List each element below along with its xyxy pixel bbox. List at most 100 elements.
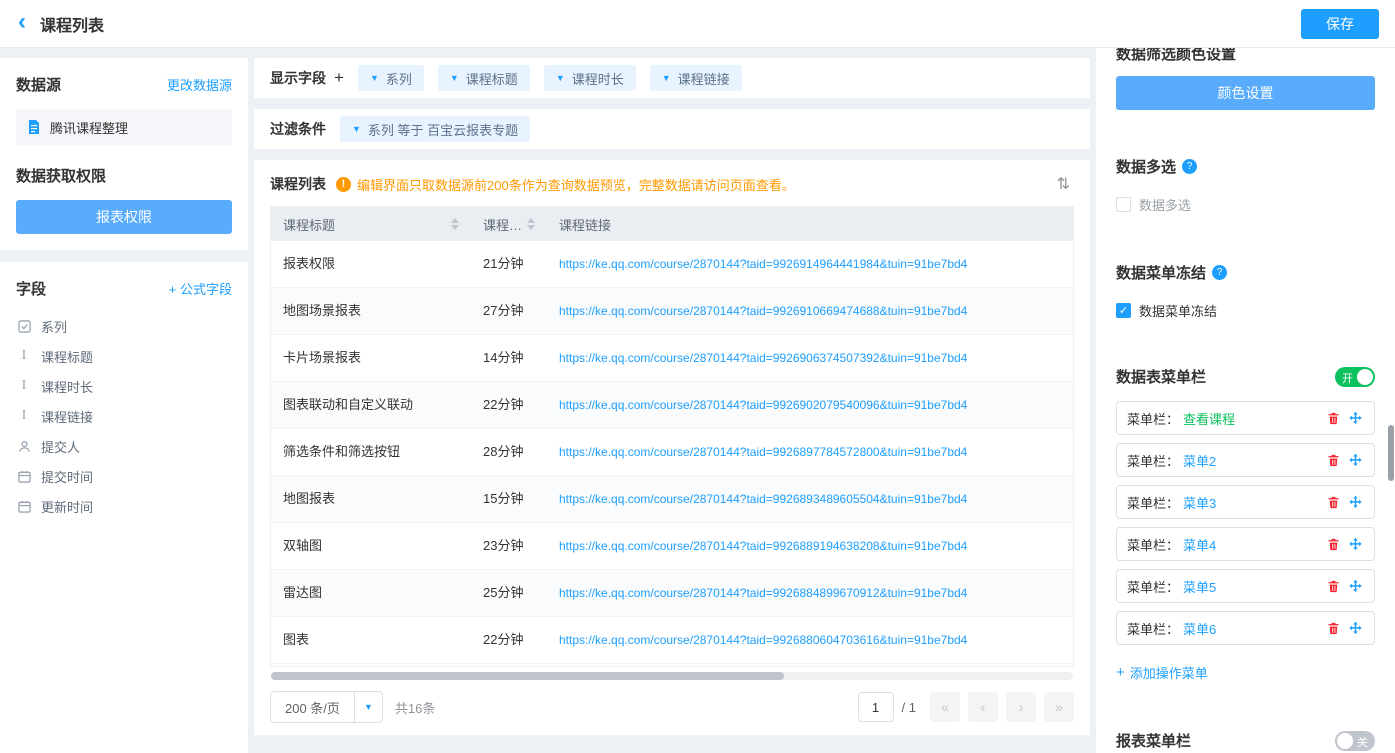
color-settings-button[interactable]: 颜色设置 (1116, 76, 1375, 110)
move-menu-icon[interactable] (1346, 409, 1364, 427)
warning-text: 编辑界面只取数据源前200条作为查询数据预览，完整数据请访问页面查看。 (357, 175, 795, 194)
move-menu-icon[interactable] (1346, 619, 1364, 637)
checkbox-field-icon (16, 318, 32, 334)
sort-arrows-icon[interactable] (527, 218, 535, 230)
horizontal-scrollbar[interactable] (271, 672, 1073, 680)
page-size-select[interactable]: 200 条/页 ▼ (270, 691, 383, 723)
course-link[interactable]: https://ke.qq.com/course/2870144?taid=99… (547, 523, 1073, 569)
delete-menu-icon[interactable] (1324, 409, 1342, 427)
field-item-course-link[interactable]: I 课程链接 (16, 401, 232, 431)
report-permission-button[interactable]: 报表权限 (16, 200, 232, 234)
multi-select-checkbox-row[interactable]: 数据多选 (1116, 195, 1375, 214)
window-scrollbar-thumb[interactable] (1388, 425, 1394, 481)
course-link[interactable]: https://ke.qq.com/course/2870144?taid=99… (547, 288, 1073, 334)
menu-item-value[interactable]: 菜单5 (1183, 577, 1320, 596)
course-link[interactable]: https://ke.qq.com/course/2870144?taid=99… (547, 241, 1073, 287)
field-item-submit-time[interactable]: 提交时间 (16, 461, 232, 491)
menu-bar-item: 菜单栏： 菜单3 (1116, 485, 1375, 519)
datasource-item[interactable]: 腾讯课程整理 (16, 109, 232, 145)
course-link[interactable]: https://ke.qq.com/course/2870144?taid=99… (547, 382, 1073, 428)
course-link[interactable]: https://ke.qq.com/course/2870144?taid=99… (547, 335, 1073, 381)
menu-freeze-checkbox-row[interactable]: ✓ 数据菜单冻结 (1116, 301, 1375, 320)
permission-title: 数据获取权限 (16, 165, 232, 186)
multi-select-checkbox[interactable] (1116, 197, 1131, 212)
menu-bar-item: 菜单栏： 菜单6 (1116, 611, 1375, 645)
course-link[interactable]: https://ke.qq.com/course/2870144?taid=99… (547, 429, 1073, 475)
display-field-chip-course-link[interactable]: ▼ 课程链接 (650, 65, 742, 91)
chevron-down-icon: ▼ (352, 125, 361, 134)
table-footer: 200 条/页 ▼ 共16条 / 1 « ‹ › » (270, 691, 1074, 723)
sort-order-icon[interactable]: ⇅ (1053, 174, 1074, 194)
filter-chip[interactable]: ▼ 系列 等于 百宝云报表专题 (340, 116, 530, 142)
table-row: 地图场景报表 27分钟 https://ke.qq.com/course/287… (271, 288, 1073, 335)
last-page-button[interactable]: » (1044, 692, 1074, 722)
field-item-course-duration[interactable]: I 课程时长 (16, 371, 232, 401)
menu-item-value[interactable]: 菜单6 (1183, 619, 1320, 638)
content-area: 数据源 更改数据源 腾讯课程整理 数据获取权限 报表权限 字段 + 公式字段 (0, 48, 1395, 753)
settings-sidebar: 数据筛选颜色设置 颜色设置 数据多选 ? 数据多选 数据菜单冻结 ? ✓ 数据菜… (1096, 48, 1395, 753)
horizontal-scrollbar-thumb[interactable] (271, 672, 784, 680)
delete-menu-icon[interactable] (1324, 577, 1342, 595)
back-icon[interactable]: ‹ (18, 10, 26, 34)
delete-menu-icon[interactable] (1324, 493, 1342, 511)
fields-title: 字段 (16, 278, 46, 299)
column-header-course-title[interactable]: 课程标题 (271, 207, 471, 241)
course-duration-cell: 27分钟 (471, 288, 547, 334)
menu-bar-item: 菜单栏： 查看课程 (1116, 401, 1375, 435)
prev-page-button[interactable]: ‹ (968, 692, 998, 722)
page-number-input[interactable] (858, 692, 894, 722)
table-body: 报表权限 21分钟 https://ke.qq.com/course/28701… (271, 241, 1073, 666)
menu-item-value[interactable]: 查看课程 (1183, 409, 1320, 428)
color-settings-title: 数据筛选颜色设置 (1116, 48, 1375, 64)
menu-item-value[interactable]: 菜单4 (1183, 535, 1320, 554)
menu-item-value[interactable]: 菜单3 (1183, 493, 1320, 512)
table-title: 课程列表 (270, 174, 326, 194)
display-field-chip-series[interactable]: ▼ 系列 (358, 65, 424, 91)
move-menu-icon[interactable] (1346, 535, 1364, 553)
table-menu-toggle[interactable]: 开 (1335, 367, 1375, 387)
add-display-field-icon[interactable]: + (334, 68, 344, 88)
add-menu-link[interactable]: + 添加操作菜单 (1116, 663, 1208, 682)
course-table-card: 课程列表 ! 编辑界面只取数据源前200条作为查询数据预览，完整数据请访问页面查… (254, 160, 1090, 735)
menu-item-prefix: 菜单栏： (1127, 451, 1179, 470)
sort-arrows-icon[interactable] (451, 218, 459, 230)
menu-freeze-checkbox[interactable]: ✓ (1116, 303, 1131, 318)
course-title-cell: 图表联动和自定义联动 (271, 382, 471, 428)
field-item-series[interactable]: 系列 (16, 311, 232, 341)
course-title-cell: 双轴图 (271, 523, 471, 569)
text-field-icon: I (16, 408, 32, 424)
save-button[interactable]: 保存 (1301, 9, 1379, 39)
menu-item-value[interactable]: 菜单2 (1183, 451, 1320, 470)
field-item-course-title[interactable]: I 课程标题 (16, 341, 232, 371)
report-menu-toggle[interactable]: 关 (1335, 731, 1375, 751)
display-field-chip-course-title[interactable]: ▼ 课程标题 (438, 65, 530, 91)
help-icon[interactable]: ? (1212, 265, 1227, 280)
delete-menu-icon[interactable] (1324, 535, 1342, 553)
menu-bar-item: 菜单栏： 菜单4 (1116, 527, 1375, 561)
help-icon[interactable]: ? (1182, 159, 1197, 174)
course-duration-cell: 22分钟 (471, 382, 547, 428)
delete-menu-icon[interactable] (1324, 619, 1342, 637)
delete-menu-icon[interactable] (1324, 451, 1342, 469)
display-fields-card: 显示字段 + ▼ 系列 ▼ 课程标题 ▼ 课程时长 ▼ 课程链接 (254, 58, 1090, 98)
filter-card: 过滤条件 ▼ 系列 等于 百宝云报表专题 (254, 109, 1090, 149)
menu-bar-item: 菜单栏： 菜单5 (1116, 569, 1375, 603)
plus-icon: + (169, 282, 177, 297)
field-item-update-time[interactable]: 更新时间 (16, 491, 232, 521)
course-link[interactable]: https://ke.qq.com/course/2870144?taid=99… (547, 476, 1073, 522)
course-link[interactable]: https://ke.qq.com/course/2870144?taid=99… (547, 617, 1073, 663)
field-item-submitter[interactable]: 提交人 (16, 431, 232, 461)
change-datasource-link[interactable]: 更改数据源 (167, 75, 232, 94)
display-fields-label: 显示字段 (270, 68, 326, 88)
plus-icon: + (1116, 664, 1125, 681)
move-menu-icon[interactable] (1346, 493, 1364, 511)
formula-field-link[interactable]: + 公式字段 (169, 279, 232, 298)
next-page-button[interactable]: › (1006, 692, 1036, 722)
column-header-course-duration[interactable]: 课程… (471, 207, 547, 241)
move-menu-icon[interactable] (1346, 577, 1364, 595)
course-link[interactable]: https://ke.qq.com/course/2870144?taid=99… (547, 570, 1073, 616)
display-field-chip-course-duration[interactable]: ▼ 课程时长 (544, 65, 636, 91)
first-page-button[interactable]: « (930, 692, 960, 722)
move-menu-icon[interactable] (1346, 451, 1364, 469)
datasource-panel: 数据源 更改数据源 腾讯课程整理 数据获取权限 报表权限 (0, 58, 248, 250)
